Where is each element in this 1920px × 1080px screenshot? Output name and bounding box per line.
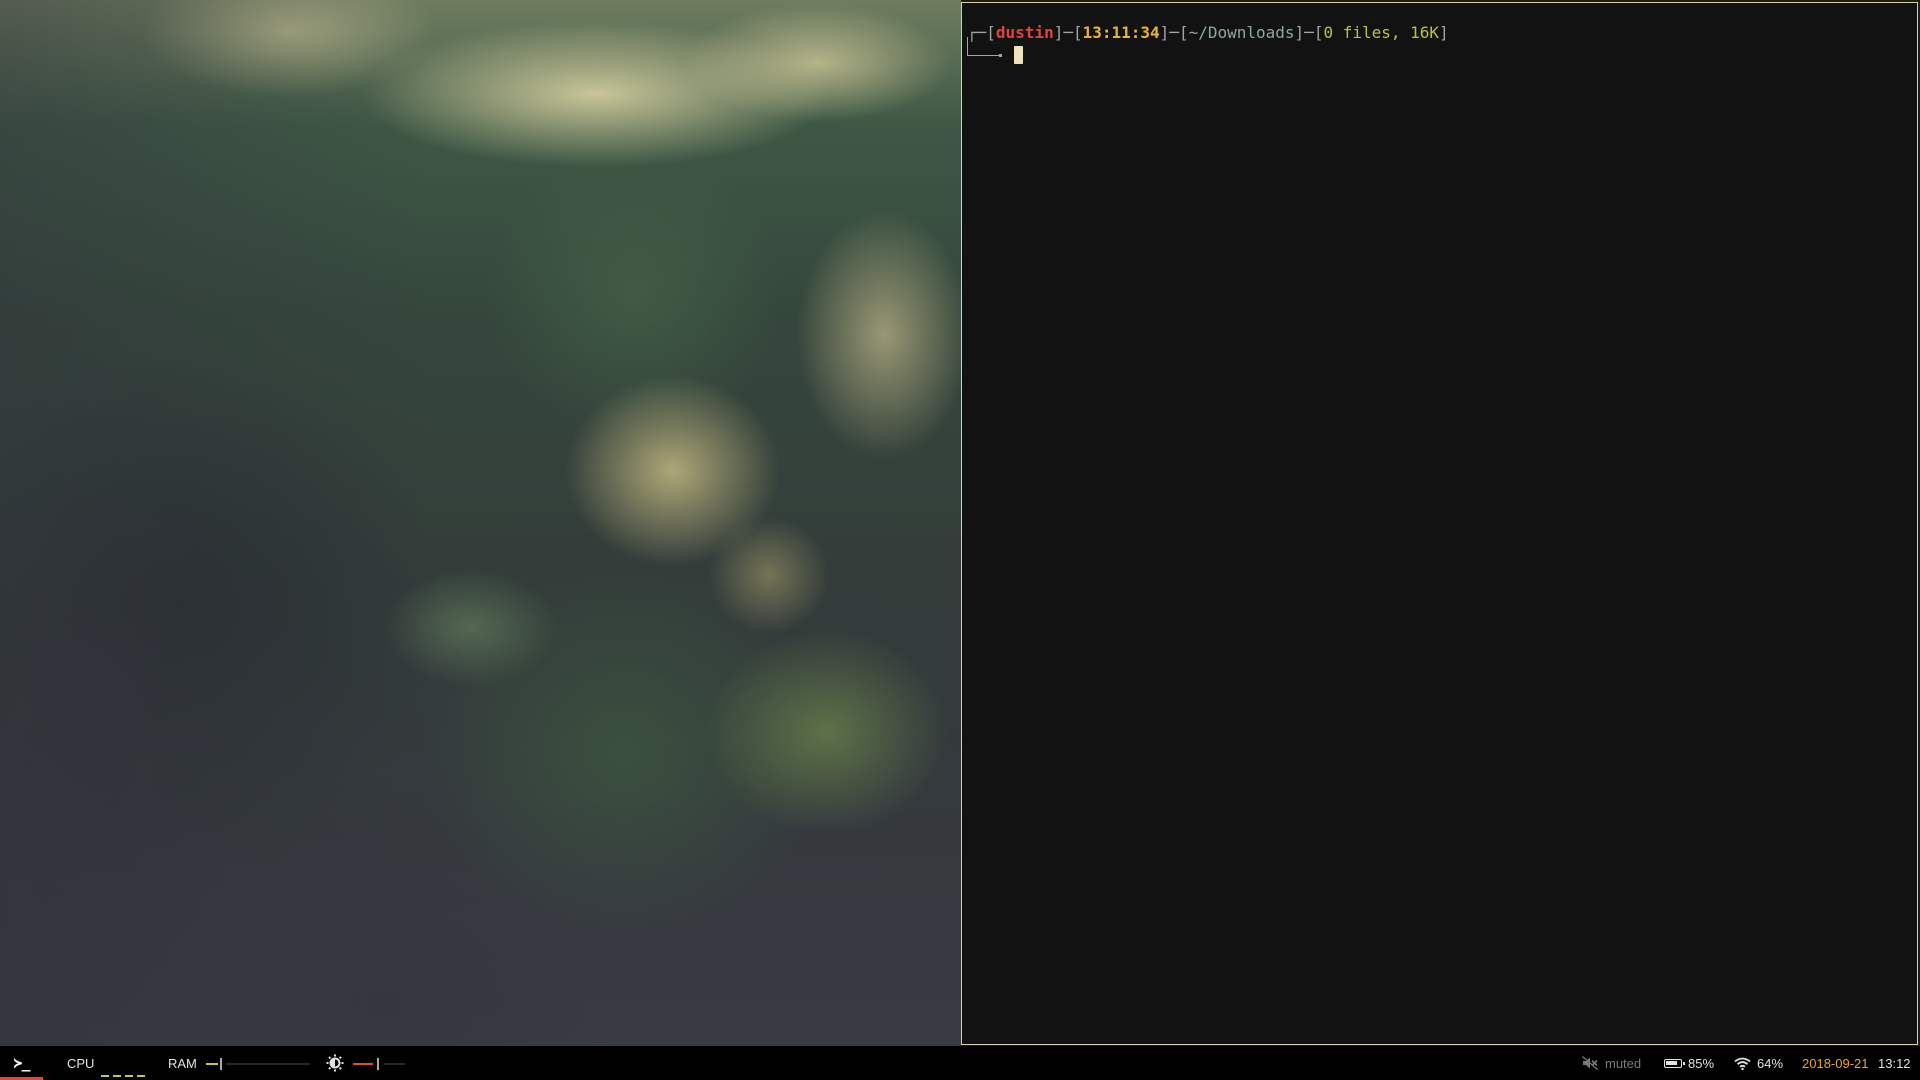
prompt-frame-tip xyxy=(999,54,1002,57)
text-cursor[interactable] xyxy=(1014,46,1023,64)
prompt-bracket: ]─[ xyxy=(1053,23,1083,42)
battery-level-fill xyxy=(1666,1060,1677,1065)
wallpaper-shading xyxy=(0,0,961,1046)
terminal-prompt-icon: ≻_ xyxy=(13,1054,30,1072)
wifi-strength: 64% xyxy=(1757,1055,1784,1071)
brightness-icon xyxy=(326,1054,344,1072)
prompt-username: dustin xyxy=(995,23,1054,42)
cpu-core-bar xyxy=(125,1075,133,1077)
ram-widget-label: RAM xyxy=(168,1055,197,1071)
launcher-button[interactable]: ≻_ xyxy=(0,1046,43,1080)
prompt-dir-info: 0 files, 16K xyxy=(1323,23,1440,42)
ram-meter xyxy=(206,1058,310,1070)
volume-widget[interactable]: muted xyxy=(1582,1046,1641,1080)
prompt-bracket: ]─[ xyxy=(1294,23,1324,42)
clock-display[interactable]: 13:12 xyxy=(1878,1046,1911,1080)
prompt-bracket: ┌─[ xyxy=(967,23,996,42)
cpu-core-bar xyxy=(113,1075,121,1077)
wifi-widget[interactable]: 64% xyxy=(1734,1046,1783,1080)
battery-widget[interactable]: 85% xyxy=(1664,1046,1714,1080)
prompt-bracket: ] xyxy=(1439,23,1449,42)
brightness-meter xyxy=(353,1058,405,1070)
prompt-bracket: ]─[ xyxy=(1159,23,1189,42)
desktop-wallpaper xyxy=(0,0,961,1046)
prompt-time: 13:11:34 xyxy=(1082,23,1160,42)
cpu-core-bar xyxy=(137,1075,145,1077)
cpu-widget-label: CPU xyxy=(67,1055,95,1071)
shell-prompt-line: ┌─[dustin]─[13:11:34]─[~/Downloads]─[0 f… xyxy=(967,23,1449,43)
date-display[interactable]: 2018-09-21 xyxy=(1802,1046,1869,1080)
prompt-path: ~/Downloads xyxy=(1188,23,1295,42)
volume-status: muted xyxy=(1605,1055,1642,1071)
battery-percent: 85% xyxy=(1688,1055,1715,1071)
speaker-muted-icon xyxy=(1582,1056,1598,1070)
cpu-meter xyxy=(101,1075,145,1077)
battery-icon xyxy=(1664,1058,1685,1068)
terminal-window[interactable]: ┌─[dustin]─[13:11:34]─[~/Downloads]─[0 f… xyxy=(961,2,1918,1045)
brightness-widget[interactable] xyxy=(326,1046,344,1080)
status-bar: ≻_ CPU RAM muted 85% 64% 2018-09-21 13:1… xyxy=(0,1046,1920,1080)
wifi-icon xyxy=(1734,1057,1751,1070)
cpu-core-bar xyxy=(101,1075,109,1077)
